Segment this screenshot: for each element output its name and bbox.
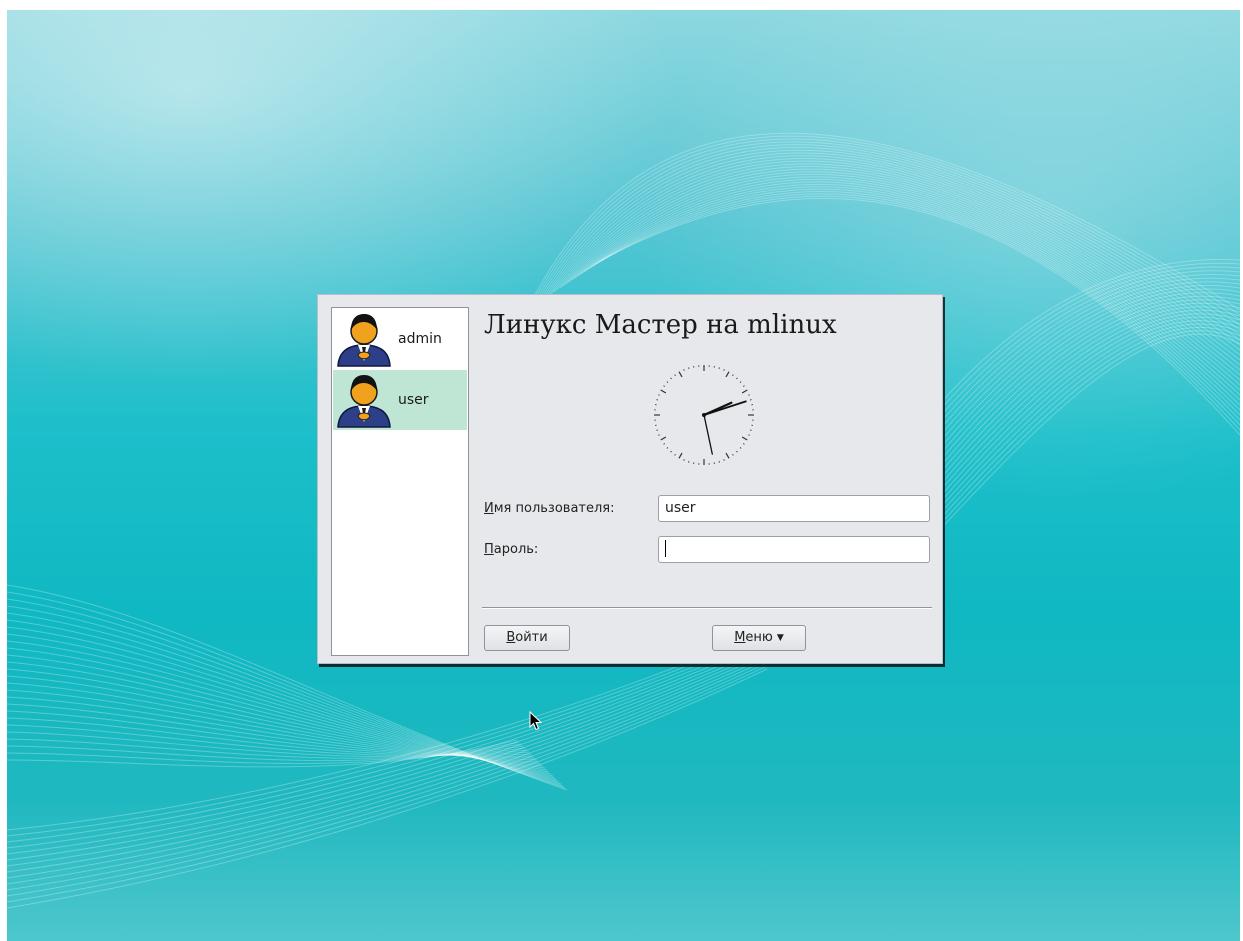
clock-minute-tick	[723, 459, 725, 461]
greeting-title: Линукс Мастер на mlinux	[484, 310, 837, 340]
clock-hour-tick	[660, 436, 667, 441]
password-field[interactable]	[658, 536, 930, 563]
clock-minute-tick	[742, 385, 745, 387]
clock-minute-tick	[670, 377, 672, 380]
mouse-pointer-icon	[529, 711, 543, 731]
clock-minute-tick	[658, 434, 660, 436]
clock-minute-tick	[683, 459, 685, 461]
login-dialog: admin user Линукс Мастер на mlinux Имя п…	[317, 294, 943, 664]
clock-minute-hand	[703, 400, 747, 416]
clock-minute-tick	[658, 394, 660, 396]
user-item-admin[interactable]: admin	[333, 309, 467, 369]
clock-minute-tick	[663, 443, 666, 445]
menu-button[interactable]: Меню ▼	[712, 625, 806, 651]
user-item-user[interactable]: user	[333, 370, 467, 430]
clock-minute-tick	[732, 374, 734, 377]
clock-hour-tick	[725, 452, 730, 459]
clock-minute-tick	[732, 453, 734, 456]
text-caret	[665, 540, 666, 557]
clock-minute-tick	[674, 453, 676, 456]
analog-clock	[654, 365, 754, 465]
clock-minute-tick	[683, 369, 685, 371]
clock-minute-tick	[666, 381, 669, 383]
clock-minute-tick	[666, 447, 669, 449]
clock-hour-tick	[741, 389, 748, 394]
login-button[interactable]: Войти	[484, 625, 570, 651]
clock-minute-tick	[723, 369, 725, 371]
clock-minute-tick	[663, 385, 666, 387]
clock-hour-tick	[741, 436, 748, 441]
clock-minute-tick	[736, 377, 738, 380]
user-list[interactable]: admin user	[331, 307, 469, 656]
username-label: Имя пользователя:	[484, 501, 615, 516]
clock-hour-tick	[660, 389, 667, 394]
desktop-background: admin user Линукс Мастер на mlinux Имя п…	[7, 10, 1240, 941]
clock-minute-tick	[674, 374, 676, 377]
separator	[482, 607, 932, 609]
clock-minute-tick	[748, 394, 750, 396]
clock-minute-tick	[670, 450, 672, 453]
clock-center	[702, 413, 706, 417]
clock-minute-tick	[748, 434, 750, 436]
clock-hour-tick	[678, 452, 683, 459]
clock-minute-tick	[739, 447, 742, 449]
clock-minute-tick	[742, 443, 745, 445]
clock-hour-tick	[678, 371, 683, 378]
user-avatar-icon	[337, 375, 391, 428]
user-name-label: user	[398, 392, 429, 408]
user-name-label: admin	[398, 331, 442, 347]
user-avatar-icon	[337, 314, 391, 367]
clock-second-hand	[703, 414, 713, 455]
password-label: Пароль:	[484, 542, 539, 557]
clock-minute-tick	[739, 381, 742, 383]
clock-minute-tick	[736, 450, 738, 453]
chevron-down-icon: ▼	[776, 633, 784, 643]
clock-hour-tick	[725, 371, 730, 378]
username-field[interactable]: user	[658, 495, 930, 522]
